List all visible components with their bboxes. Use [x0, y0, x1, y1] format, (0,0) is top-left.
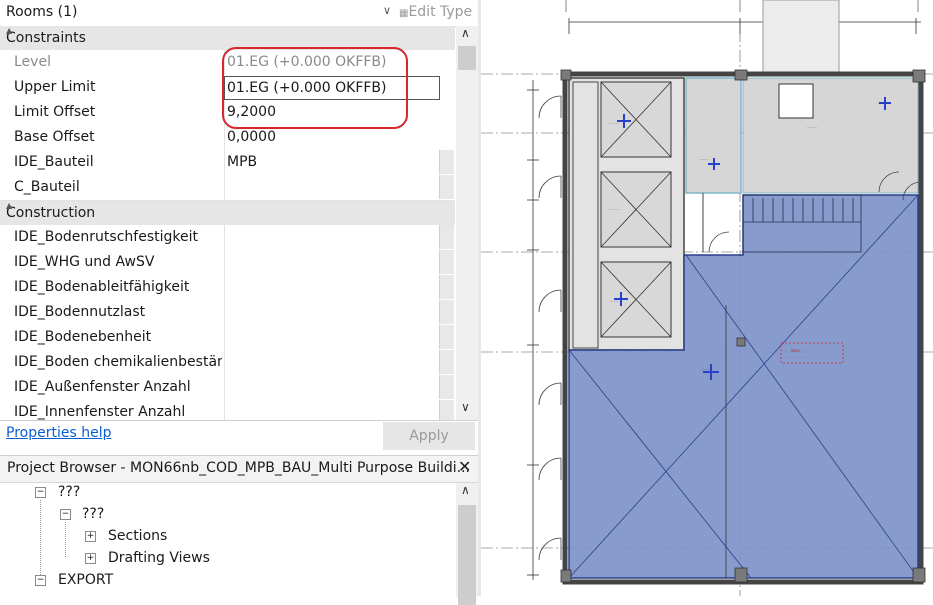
expand-icon[interactable]: +: [85, 553, 96, 564]
tree-node-export[interactable]: EXPORT: [58, 572, 113, 588]
property-name: IDE_Bodenableitfähigkeit: [14, 279, 190, 295]
project-browser-titlebar: Project Browser - MON66nb_COD_MPB_BAU_Mu…: [0, 456, 478, 483]
edit-value-button[interactable]: [439, 250, 454, 274]
property-name: IDE_Außenfenster Anzahl: [14, 379, 191, 395]
property-row-bodennutzlast[interactable]: IDE_Bodennutzlast: [0, 300, 455, 326]
svg-text:..........: ..........: [699, 157, 709, 161]
project-browser-scrollbar[interactable]: ∧: [456, 483, 478, 605]
svg-text:.......................: .......................: [785, 355, 807, 359]
upper-limit-dropdown[interactable]: 01.EG (+0.000 OKFFB): [224, 76, 440, 100]
properties-footer: Properties help Apply: [0, 420, 478, 456]
scroll-thumb[interactable]: [458, 505, 476, 605]
floor-plan-drawing: NEU ....................... .......... .…: [481, 0, 933, 596]
collapse-icon[interactable]: ▲: [6, 201, 453, 210]
category-construction[interactable]: Construction ▲: [0, 201, 455, 226]
property-value: 0,0000: [227, 129, 276, 145]
property-name: IDE_Bodenrutschfestigkeit: [14, 229, 198, 245]
property-name: IDE_Boden chemikalienbestän...: [14, 354, 222, 370]
property-row-c-bauteil[interactable]: C_Bauteil: [0, 175, 455, 201]
property-name: Upper Limit: [14, 79, 96, 95]
type-selector[interactable]: Rooms (1) ∨ ▦Edit Type: [0, 0, 478, 27]
tree-node-drafting-views[interactable]: Drafting Views: [108, 550, 210, 566]
svg-text:..........: ..........: [609, 299, 619, 303]
property-row-bodenableitfaehigkeit[interactable]: IDE_Bodenableitfähigkeit: [0, 275, 455, 301]
edit-value-button[interactable]: [439, 150, 454, 174]
edit-value-button[interactable]: [439, 300, 454, 324]
properties-help-link[interactable]: Properties help: [6, 425, 111, 441]
edit-value-button[interactable]: [439, 175, 454, 199]
edit-value-button[interactable]: [439, 275, 454, 299]
property-name: IDE_Innenfenster Anzahl: [14, 404, 186, 420]
edit-value-button[interactable]: [439, 375, 454, 399]
collapse-icon[interactable]: ▲: [6, 26, 453, 35]
property-name: Limit Offset: [14, 104, 96, 120]
edit-value-button[interactable]: [439, 400, 454, 420]
property-row-level[interactable]: Level 01.EG (+0.000 OKFFB): [0, 50, 455, 76]
property-value: MPB: [227, 154, 258, 170]
edit-type-label: Edit Type: [408, 4, 473, 20]
svg-text:..........: ..........: [877, 101, 887, 105]
property-row-ide-bauteil[interactable]: IDE_Bauteil MPB: [0, 150, 455, 176]
chevron-down-icon[interactable]: ∨: [383, 4, 391, 17]
apply-button[interactable]: Apply: [383, 422, 475, 450]
tree-node[interactable]: ???: [58, 484, 80, 500]
type-selector-label: Rooms (1): [6, 4, 78, 20]
svg-text:..........: ..........: [609, 121, 619, 125]
property-name: IDE_WHG und AwSV: [14, 254, 155, 270]
collapse-icon[interactable]: −: [35, 575, 46, 586]
property-row-bodenrutschfestigkeit[interactable]: IDE_Bodenrutschfestigkeit: [0, 225, 455, 251]
property-value: 01.EG (+0.000 OKFFB): [227, 80, 387, 96]
properties-grid: Constraints ▲ Level 01.EG (+0.000 OKFFB)…: [0, 26, 455, 420]
collapse-icon[interactable]: −: [35, 487, 46, 498]
scroll-down-icon[interactable]: ∨: [461, 400, 470, 414]
properties-palette: Rooms (1) ∨ ▦Edit Type Constraints ▲ Lev…: [0, 0, 478, 456]
property-row-upper-limit[interactable]: Upper Limit 01.EG (+0.000 OKFFB): [0, 75, 455, 101]
edit-value-button[interactable]: [439, 225, 454, 249]
property-name: C_Bauteil: [14, 179, 80, 195]
property-row-boden-chemikalien[interactable]: IDE_Boden chemikalienbestän...: [0, 350, 455, 376]
svg-text:..........: ..........: [609, 207, 619, 211]
project-browser: Project Browser - MON66nb_COD_MPB_BAU_Mu…: [0, 455, 478, 605]
category-constraints[interactable]: Constraints ▲: [0, 26, 455, 51]
tree-node[interactable]: ???: [82, 506, 104, 522]
scroll-up-icon[interactable]: ∧: [461, 483, 470, 497]
property-row-limit-offset[interactable]: Limit Offset 9,2000: [0, 100, 455, 126]
property-name: IDE_Bodennutzlast: [14, 304, 146, 320]
edit-value-button[interactable]: [439, 350, 454, 374]
property-row-innenfenster[interactable]: IDE_Innenfenster Anzahl: [0, 400, 455, 420]
edit-type-button[interactable]: ▦Edit Type: [399, 4, 472, 20]
scroll-up-icon[interactable]: ∧: [461, 26, 470, 40]
property-name: Level: [14, 54, 51, 70]
property-row-base-offset[interactable]: Base Offset 0,0000: [0, 125, 455, 151]
tree-node-sections[interactable]: Sections: [108, 528, 167, 544]
svg-text:..........: ..........: [701, 367, 711, 371]
property-value: 01.EG (+0.000 OKFFB): [227, 54, 387, 70]
svg-text:NEU: NEU: [791, 348, 801, 353]
collapse-icon[interactable]: −: [60, 509, 71, 520]
limit-offset-field[interactable]: 9,2000: [224, 100, 438, 125]
tree-line: [40, 500, 41, 575]
property-name: Base Offset: [14, 129, 95, 145]
property-name: IDE_Bauteil: [14, 154, 94, 170]
property-value: 9,2000: [227, 104, 276, 120]
scroll-thumb[interactable]: [458, 46, 476, 70]
tree-line: [65, 522, 66, 557]
property-row-whg-awsv[interactable]: IDE_WHG und AwSV: [0, 250, 455, 276]
project-browser-title: Project Browser - MON66nb_COD_MPB_BAU_Mu…: [7, 460, 470, 476]
close-icon[interactable]: ✕: [458, 457, 471, 476]
svg-text:..........: ..........: [807, 125, 817, 129]
property-row-bodenebenheit[interactable]: IDE_Bodenebenheit: [0, 325, 455, 351]
expand-icon[interactable]: +: [85, 531, 96, 542]
properties-scrollbar[interactable]: ∧ ∨: [456, 26, 478, 420]
edit-value-button[interactable]: [439, 325, 454, 349]
floor-plan-view[interactable]: NEU ....................... .......... .…: [481, 0, 933, 596]
property-name: IDE_Bodenebenheit: [14, 329, 152, 345]
property-row-aussenfenster[interactable]: IDE_Außenfenster Anzahl: [0, 375, 455, 401]
